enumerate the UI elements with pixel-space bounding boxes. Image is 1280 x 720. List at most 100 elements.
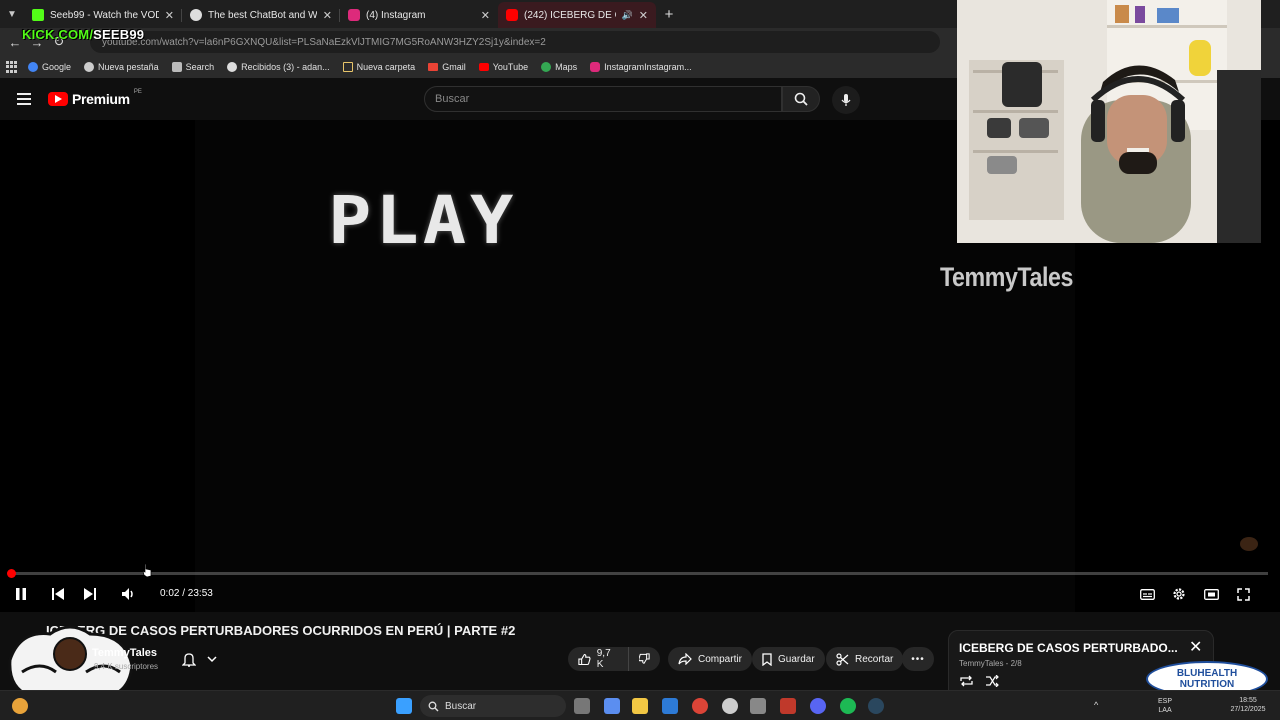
subscriber-count: 9,4 K suscriptores <box>94 662 159 671</box>
taskbar-search[interactable]: Buscar <box>420 695 566 717</box>
app-red-icon[interactable] <box>780 698 796 714</box>
close-icon[interactable]: ✕ <box>1189 637 1202 657</box>
fullscreen-icon <box>1236 587 1250 601</box>
apps-grid-icon[interactable] <box>6 61 18 73</box>
progress-bar[interactable] <box>7 569 1268 578</box>
tab-kick[interactable]: Seeb99 - Watch the VOD on Ki ✕ <box>24 2 182 28</box>
subtitles-icon <box>1139 588 1155 600</box>
like-button[interactable]: 9,7 K <box>568 647 628 671</box>
obs-icon[interactable] <box>722 698 738 714</box>
fullscreen-button[interactable] <box>1233 584 1253 604</box>
spotify-icon[interactable] <box>840 698 856 714</box>
google-icon <box>28 62 38 72</box>
new-tab-button[interactable]: + <box>656 1 682 27</box>
tray-chevron-icon[interactable]: ^ <box>1094 701 1098 710</box>
tab-search-chevron-icon[interactable]: ▼ <box>0 0 24 28</box>
windows-start-icon[interactable] <box>396 698 412 714</box>
copilot-icon[interactable] <box>604 698 620 714</box>
instagram-favicon-icon <box>348 9 360 21</box>
weather-icon[interactable] <box>12 698 28 714</box>
tray-clock[interactable]: 18:55 27/12/2025 <box>1222 696 1274 714</box>
gear-icon <box>1173 588 1185 600</box>
bookmark-icon <box>762 652 772 666</box>
scrubber-handle[interactable] <box>7 569 16 578</box>
bookmark-new-tab[interactable]: Nueva pestaña <box>84 62 159 72</box>
maps-pin-icon <box>541 62 552 72</box>
gmail-icon <box>428 63 439 71</box>
instagram-icon <box>590 62 601 72</box>
file-explorer-icon[interactable] <box>632 698 648 714</box>
microphone-icon <box>841 94 851 106</box>
close-tab-icon[interactable]: ✕ <box>165 9 174 22</box>
menu-icon[interactable] <box>17 93 31 108</box>
previous-button[interactable] <box>48 584 68 604</box>
bookmark-maps[interactable]: Maps <box>541 62 577 72</box>
next-button[interactable] <box>80 584 100 604</box>
bookmark-instagram[interactable]: InstagramInstagram... <box>590 62 692 72</box>
search-button[interactable] <box>782 86 820 112</box>
tray-language[interactable]: ESP LAA <box>1158 697 1172 715</box>
bell-icon <box>181 652 196 667</box>
folder-icon <box>342 62 353 72</box>
playlist-meta: TemmyTales - 2/8 <box>959 659 1022 668</box>
volume-button[interactable] <box>119 584 139 604</box>
close-tab-icon[interactable]: ✕ <box>639 9 648 22</box>
youtube-favicon-icon <box>506 9 518 21</box>
webcam-feed <box>957 0 1261 243</box>
more-actions-button[interactable]: ••• <box>902 647 934 671</box>
bookmark-inbox[interactable]: Recibidos (3) - adan... <box>227 62 330 72</box>
tab-youtube-active[interactable]: (242) ICEBERG DE CASOS P 🔊 ✕ <box>498 2 656 28</box>
chevron-down-icon <box>206 655 217 662</box>
sponsor-corner-icon <box>1240 537 1258 551</box>
pause-button[interactable] <box>11 584 31 604</box>
tab-title: (242) ICEBERG DE CASOS P <box>524 9 616 21</box>
close-tab-icon[interactable]: ✕ <box>481 9 490 22</box>
subtitles-button[interactable] <box>1137 584 1157 604</box>
tab-instagram[interactable]: (4) Instagram ✕ <box>340 2 498 28</box>
youtube-premium-logo[interactable]: Premium PE <box>48 89 142 107</box>
url-field[interactable]: youtube.com/watch?v=la6nP6GXNQU&list=PLS… <box>90 31 940 53</box>
search-icon <box>428 701 439 711</box>
player-controls: 0:02 / 23:53 <box>0 582 1280 606</box>
tab-title: (4) Instagram <box>366 9 426 21</box>
save-button[interactable]: Guardar <box>752 647 825 671</box>
steam-icon[interactable] <box>868 698 884 714</box>
loop-icon[interactable] <box>959 675 974 687</box>
shuffle-icon[interactable] <box>985 675 999 687</box>
settings-button[interactable] <box>1169 584 1189 604</box>
notification-bell-button[interactable] <box>176 648 222 670</box>
mascot-overlay-icon <box>8 625 134 698</box>
voice-search-button[interactable] <box>832 86 860 114</box>
pause-icon <box>16 588 26 600</box>
chrome-icon[interactable] <box>692 698 708 714</box>
dislike-button[interactable] <box>628 647 660 671</box>
task-view-icon[interactable] <box>574 698 590 714</box>
bookmark-youtube[interactable]: YouTube <box>478 62 528 72</box>
bookmark-gmail[interactable]: Gmail <box>428 62 466 72</box>
kick-favicon-icon <box>32 9 44 21</box>
close-tab-icon[interactable]: ✕ <box>323 9 332 22</box>
discord-icon[interactable] <box>810 698 826 714</box>
tab-audio-icon[interactable]: 🔊 <box>622 10 633 21</box>
share-button[interactable]: Compartir <box>668 647 752 671</box>
google-icon <box>227 62 238 72</box>
channel-name[interactable]: TemmyTales <box>92 647 157 659</box>
chatbot-favicon-icon <box>190 9 202 21</box>
next-icon <box>84 588 96 600</box>
clip-button[interactable]: Recortar <box>826 647 904 671</box>
search-input[interactable]: Buscar <box>424 86 782 112</box>
search-icon <box>794 92 808 106</box>
store-icon[interactable] <box>662 698 678 714</box>
bookmark-google[interactable]: Google <box>28 62 71 72</box>
time-display: 0:02 / 23:53 <box>160 588 213 599</box>
bookmark-search[interactable]: Search <box>171 62 214 72</box>
tab-chatbot[interactable]: The best ChatBot and Widgets ✕ <box>182 2 340 28</box>
thumbs-down-icon <box>639 653 650 664</box>
kick-overlay-label: KICK.COM/SEEB99 <box>22 27 145 42</box>
thumbs-up-icon <box>578 653 591 665</box>
bookmark-folder[interactable]: Nueva carpeta <box>342 62 415 72</box>
theater-mode-button[interactable] <box>1201 584 1221 604</box>
globe-icon <box>84 62 95 72</box>
app-icon[interactable] <box>750 698 766 714</box>
share-icon <box>678 653 692 665</box>
